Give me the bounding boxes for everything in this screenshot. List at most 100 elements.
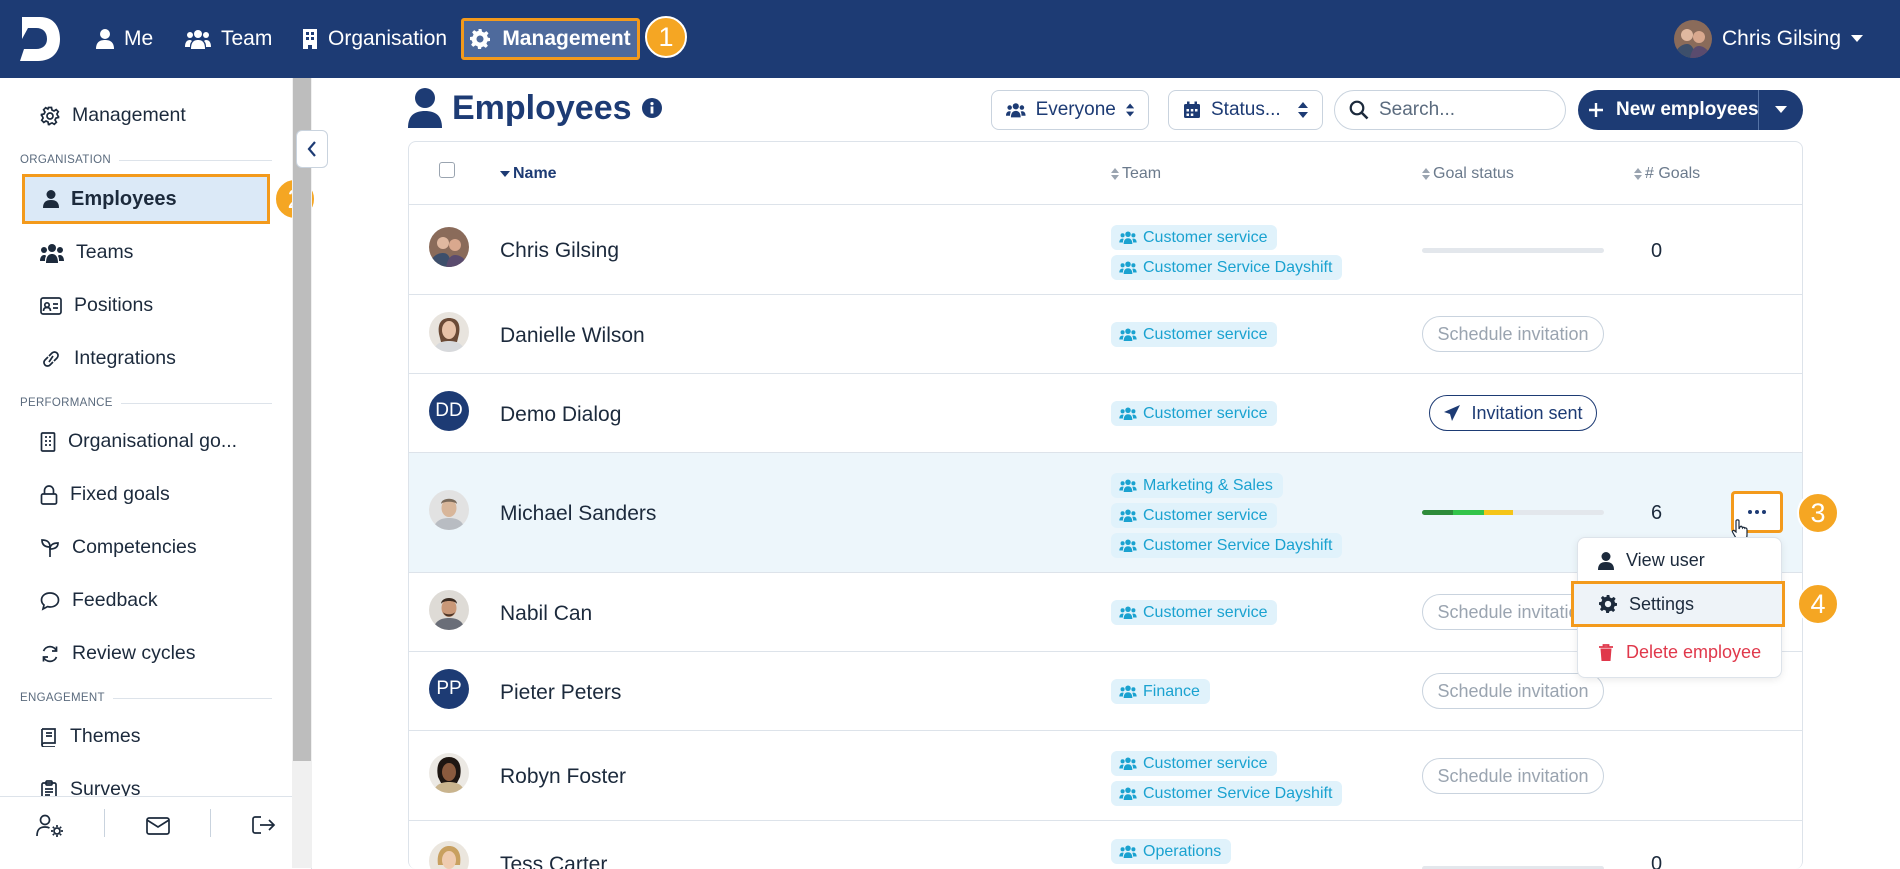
search-box[interactable] bbox=[1334, 90, 1566, 130]
sidebar-item-themes[interactable]: Themes bbox=[40, 725, 140, 748]
nav-me[interactable]: Me bbox=[96, 0, 153, 78]
sidebar-item-label: Management bbox=[72, 104, 186, 126]
team-tag[interactable]: Customer service bbox=[1111, 401, 1278, 426]
section-organisation: ORGANISATION bbox=[20, 154, 272, 166]
team-tag-label: Marketing & Sales bbox=[1143, 476, 1273, 494]
search-input[interactable] bbox=[1379, 99, 1559, 121]
column-header-goal-status[interactable]: Goal status bbox=[1422, 165, 1514, 183]
envelope-icon[interactable] bbox=[146, 817, 170, 835]
nav-management-label: Management bbox=[502, 27, 631, 50]
team-tag[interactable]: Finance bbox=[1111, 679, 1210, 704]
team-tag[interactable]: Customer service bbox=[1111, 503, 1278, 528]
users-icon bbox=[1119, 845, 1137, 858]
sidebar-scrollbar[interactable] bbox=[292, 78, 312, 868]
comment-icon bbox=[40, 591, 60, 611]
team-filter-select[interactable]: Everyone bbox=[991, 90, 1149, 130]
schedule-invitation-button[interactable]: Schedule invitation bbox=[1422, 673, 1604, 709]
table-row[interactable]: Chris Gilsing Customer service Customer … bbox=[409, 204, 1802, 294]
employee-name[interactable]: Nabil Can bbox=[500, 602, 592, 626]
status-filter-select[interactable]: Status... bbox=[1168, 90, 1323, 130]
employee-name[interactable]: Chris Gilsing bbox=[500, 239, 619, 263]
table-row[interactable]: DD Demo Dialog Customer service Invitati… bbox=[409, 373, 1802, 452]
app-logo[interactable] bbox=[18, 15, 62, 63]
book-icon bbox=[41, 727, 56, 747]
team-tag[interactable]: Customer Service Dayshift bbox=[1111, 781, 1343, 806]
scrollbar-thumb[interactable] bbox=[293, 78, 311, 761]
column-header-name[interactable]: Name bbox=[500, 165, 557, 183]
team-tag-label: Customer service bbox=[1143, 325, 1268, 343]
new-employees-label: New employees bbox=[1616, 99, 1759, 120]
employee-name[interactable]: Pieter Peters bbox=[500, 681, 621, 705]
sidebar-item-feedback[interactable]: Feedback bbox=[40, 589, 158, 612]
team-tag[interactable]: Operations bbox=[1111, 839, 1232, 864]
team-tag[interactable]: Customer service bbox=[1111, 322, 1278, 347]
sidebar-item-review-cycles[interactable]: Review cycles bbox=[40, 642, 196, 665]
employee-name[interactable]: Michael Sanders bbox=[500, 502, 656, 526]
users-icon bbox=[1119, 539, 1137, 552]
sidebar-item-label: Feedback bbox=[72, 589, 158, 611]
team-tag[interactable]: Customer service bbox=[1111, 751, 1278, 776]
seedling-icon bbox=[41, 538, 59, 557]
new-employees-button[interactable]: New employees bbox=[1578, 90, 1759, 130]
nav-team[interactable]: Team bbox=[185, 0, 272, 78]
team-tag[interactable]: Customer Service Dayshift bbox=[1111, 533, 1343, 558]
sidebar-item-label: Integrations bbox=[74, 347, 176, 369]
avatar: PP bbox=[429, 669, 469, 709]
section-performance: PERFORMANCE bbox=[20, 397, 272, 409]
goals-count: 0 bbox=[1651, 240, 1663, 262]
menu-item-settings[interactable]: Settings bbox=[1571, 581, 1785, 627]
column-header-team[interactable]: Team bbox=[1111, 165, 1161, 183]
user-settings-icon[interactable] bbox=[36, 814, 64, 838]
progress-segment bbox=[1422, 510, 1453, 515]
step-badge-1: 1 bbox=[645, 16, 687, 58]
employee-name[interactable]: Demo Dialog bbox=[500, 403, 621, 427]
employee-name[interactable]: Danielle Wilson bbox=[500, 324, 645, 348]
goals-count: 6 bbox=[1651, 502, 1663, 524]
menu-item-label: Settings bbox=[1629, 593, 1695, 614]
employee-name[interactable]: Tess Carter bbox=[500, 853, 607, 869]
team-tag-label: Customer service bbox=[1143, 228, 1268, 246]
sidebar-item-employees[interactable]: Employees bbox=[22, 174, 270, 224]
new-employees-dropdown-toggle[interactable] bbox=[1759, 90, 1803, 130]
team-tag[interactable]: Marketing & Sales bbox=[1111, 473, 1283, 498]
trash-icon bbox=[1599, 643, 1613, 661]
sidebar-item-fixed-goals[interactable]: Fixed goals bbox=[40, 483, 170, 506]
nav-organisation[interactable]: Organisation bbox=[302, 0, 447, 78]
team-tag-label: Customer Service Dayshift bbox=[1143, 784, 1333, 802]
team-tag[interactable]: Customer service bbox=[1111, 225, 1278, 250]
sidebar-item-teams[interactable]: Teams bbox=[40, 241, 133, 264]
menu-item-delete-employee[interactable]: Delete employee bbox=[1598, 642, 1761, 663]
schedule-invitation-button[interactable]: Schedule invitation bbox=[1422, 758, 1604, 794]
column-header-goals[interactable]: # Goals bbox=[1634, 165, 1700, 183]
table-row[interactable]: Danielle Wilson Customer service Schedul… bbox=[409, 294, 1802, 373]
nav-management[interactable]: Management bbox=[461, 18, 640, 60]
user-icon bbox=[408, 88, 442, 128]
menu-item-view-user[interactable]: View user bbox=[1598, 550, 1705, 571]
table-row[interactable]: Tess Carter Operations 0 bbox=[409, 820, 1802, 869]
sidebar-item-management[interactable]: Management bbox=[40, 104, 186, 127]
sidebar-item-competencies[interactable]: Competencies bbox=[40, 536, 197, 559]
progress-segment bbox=[1452, 510, 1484, 515]
sidebar-item-organisational-goals[interactable]: Organisational go... bbox=[40, 430, 237, 453]
logout-icon[interactable] bbox=[252, 815, 276, 835]
paper-plane-icon bbox=[1444, 405, 1461, 421]
select-all-checkbox[interactable] bbox=[439, 162, 455, 178]
user-menu[interactable]: Chris Gilsing bbox=[1673, 16, 1863, 62]
table-row[interactable]: Robyn Foster Customer service Customer S… bbox=[409, 730, 1802, 820]
info-icon[interactable] bbox=[641, 98, 662, 118]
plus-icon bbox=[1589, 103, 1603, 117]
avatar bbox=[429, 227, 469, 267]
chevron-left-icon bbox=[307, 141, 316, 157]
sidebar-item-positions[interactable]: Positions bbox=[40, 294, 153, 317]
team-tag[interactable]: Customer service bbox=[1111, 600, 1278, 625]
employee-name[interactable]: Robyn Foster bbox=[500, 765, 626, 789]
column-header-label: Team bbox=[1122, 165, 1162, 182]
sidebar-item-integrations[interactable]: Integrations bbox=[40, 347, 176, 370]
column-header-label: # Goals bbox=[1645, 165, 1701, 182]
id-card-icon bbox=[40, 296, 62, 315]
gear-icon bbox=[1599, 595, 1617, 613]
invitation-sent-button[interactable]: Invitation sent bbox=[1429, 395, 1597, 431]
schedule-invitation-button[interactable]: Schedule invitation bbox=[1422, 316, 1604, 352]
team-tag[interactable]: Customer Service Dayshift bbox=[1111, 255, 1343, 280]
collapse-sidebar-button[interactable] bbox=[296, 130, 328, 168]
